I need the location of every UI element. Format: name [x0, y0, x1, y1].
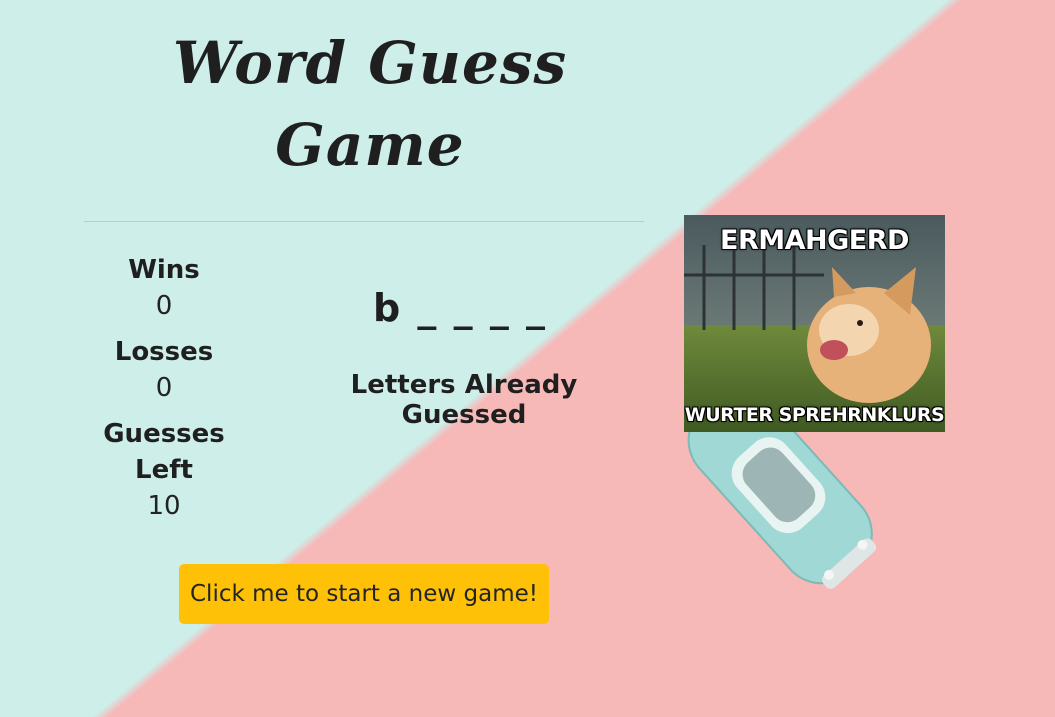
title-line-1: Word Guess [172, 29, 568, 97]
word-display: b _ _ _ _ [372, 286, 548, 330]
dog-meme-image [684, 215, 945, 432]
divider [84, 221, 644, 222]
guesses-label-line-1: Guesses [103, 419, 225, 449]
new-game-button[interactable]: Click me to start a new game! [179, 564, 549, 624]
wins-label: Wins [128, 255, 200, 285]
guesses-left-value: 10 [147, 491, 181, 521]
losses-label: Losses [114, 337, 214, 367]
losses-value: 0 [155, 373, 173, 403]
guesses-left-label: Guesses Left [90, 416, 238, 488]
wins-value: 0 [155, 291, 173, 321]
letters-guessed-label: Letters Already Guessed [350, 370, 578, 430]
guesses-label-line-2: Left [135, 455, 193, 485]
title-line-2: Game [275, 111, 465, 179]
page-title: Word Guess Game [100, 22, 640, 186]
stats-panel: Wins 0 Losses 0 Guesses Left 10 [90, 252, 238, 534]
